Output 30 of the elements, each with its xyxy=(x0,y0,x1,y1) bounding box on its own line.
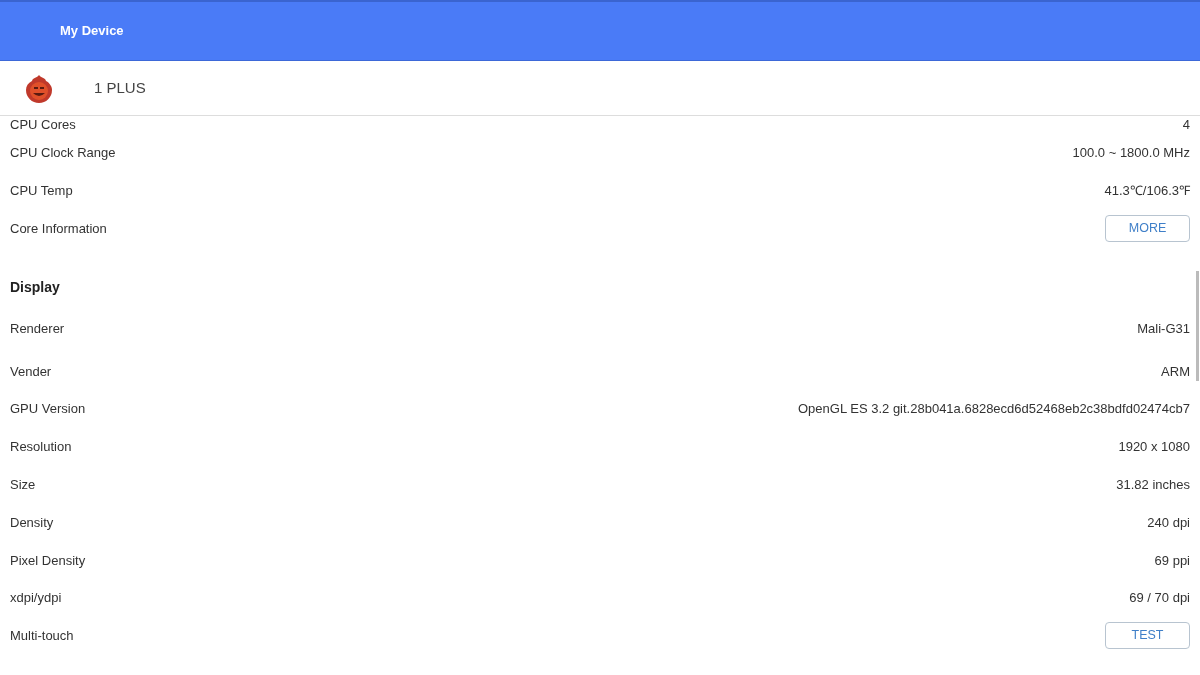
section-heading: Display xyxy=(10,277,60,297)
property-value: Mali-G31 xyxy=(1137,320,1190,339)
property-value: 240 dpi xyxy=(1147,513,1190,532)
property-label: Pixel Density xyxy=(10,551,86,570)
property-label: Density xyxy=(10,513,54,532)
property-label: CPU Temp xyxy=(10,181,73,200)
property-value: OpenGL ES 3.2 git.28b041a.6828ecd6d52468eb2c38bdfd02474cb7 xyxy=(797,400,1190,419)
property-value: 31.82 inches xyxy=(1116,475,1190,494)
property-value: 4 xyxy=(1182,116,1190,135)
property-label: Core Information xyxy=(10,219,107,238)
action-button[interactable]: TEST xyxy=(1105,622,1190,650)
property-value: 41.3℃/106.3℉ xyxy=(1104,181,1190,200)
action-button[interactable]: MORE xyxy=(1105,215,1190,242)
property-label: CPU Clock Range xyxy=(10,144,116,163)
property-value: ARM xyxy=(1161,362,1190,381)
flame-mascot-icon xyxy=(24,73,54,103)
property-label: Resolution xyxy=(10,438,72,457)
property-value: 69 / 70 dpi xyxy=(1129,589,1190,608)
property-label: GPU Version xyxy=(10,400,86,419)
property-label: Multi-touch xyxy=(10,627,74,646)
property-label: Renderer xyxy=(10,320,65,339)
property-label: CPU Cores xyxy=(10,116,76,135)
property-value: 1920 x 1080 xyxy=(1118,438,1190,457)
device-name: 1 PLUS xyxy=(94,77,146,98)
page-title: My Device xyxy=(60,22,124,41)
property-label: Size xyxy=(10,475,36,494)
property-value: 100.0 ~ 1800.0 MHz xyxy=(1072,144,1190,163)
property-label: Vender xyxy=(10,362,52,381)
property-label: xdpi/ydpi xyxy=(10,589,62,608)
property-value: 69 ppi xyxy=(1154,551,1190,570)
